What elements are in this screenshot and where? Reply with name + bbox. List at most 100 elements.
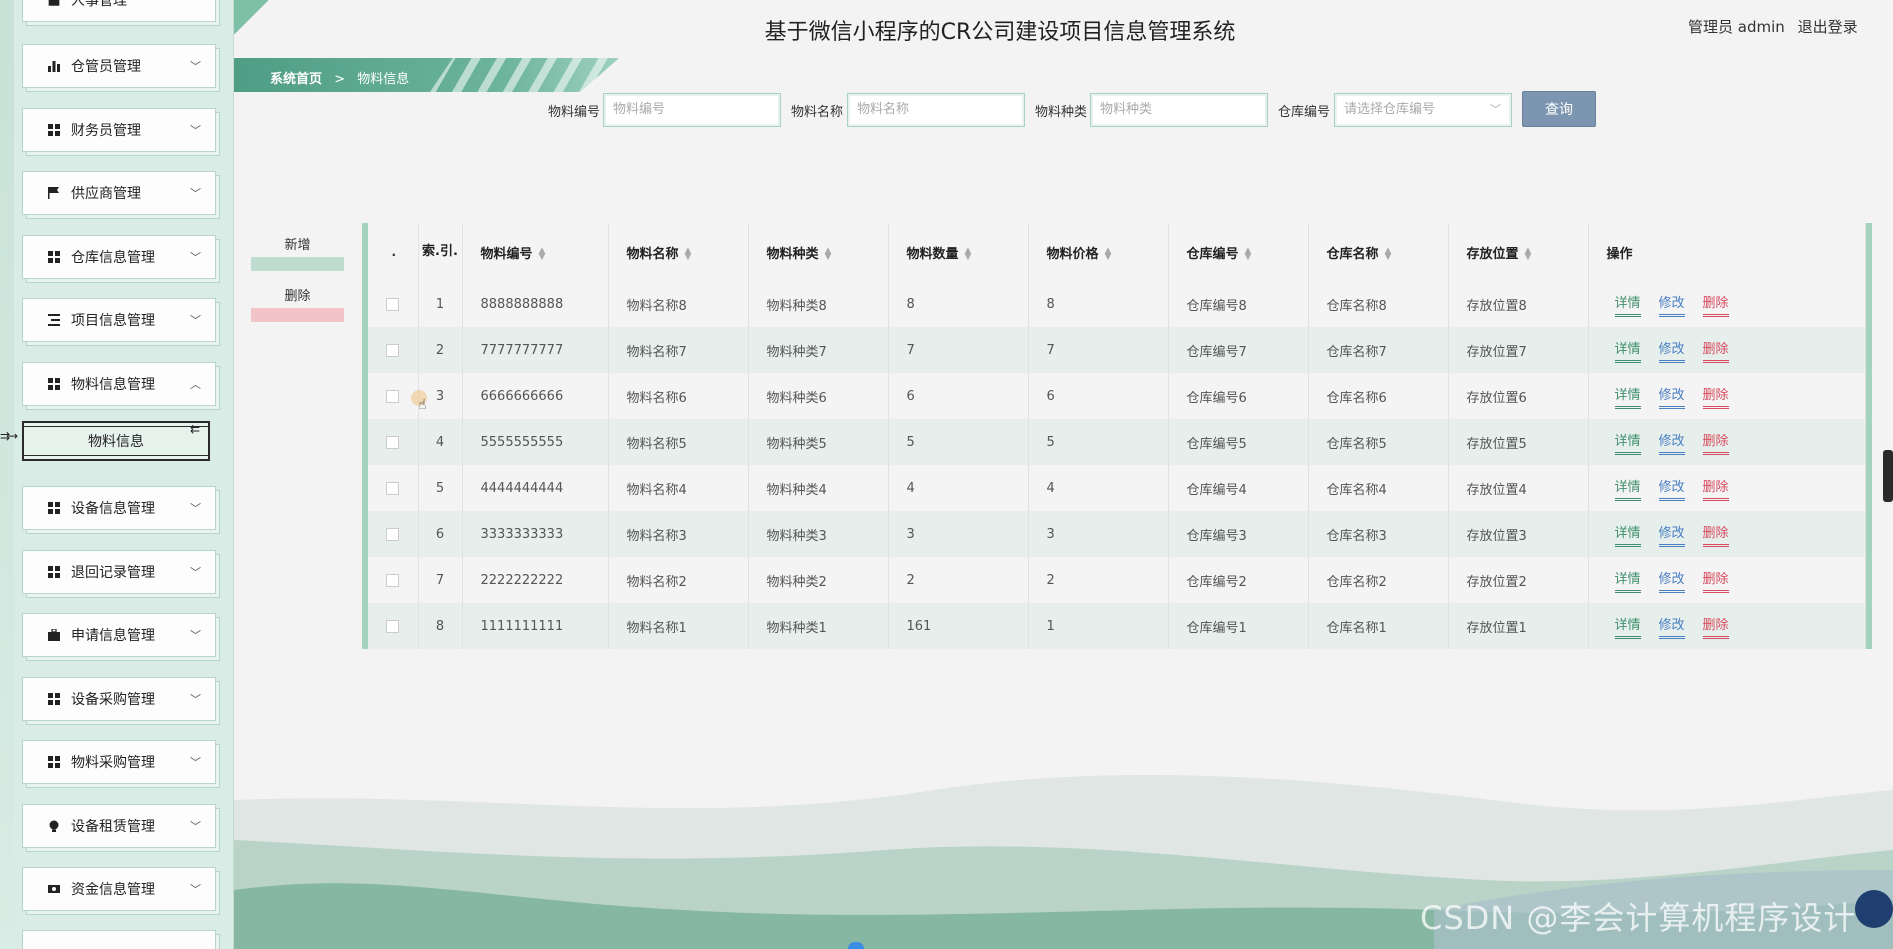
edit-link[interactable]: 修改 [1658,522,1685,547]
delete-link[interactable]: 删除 [1702,292,1729,317]
header-decoration [234,0,294,56]
row-checkbox-cell[interactable] [368,511,419,557]
cell-loc: 存放位置6 [1448,373,1589,419]
chevron-down-icon: ﹀ [1490,103,1501,116]
column-header-type[interactable]: 物料种类 ▲ ▼ [748,223,889,281]
search-input-name[interactable]: 物料名称 [847,93,1025,127]
column-header-loc[interactable]: 存放位置 ▲ ▼ [1448,223,1589,281]
index-header: 索.引. [418,223,463,281]
row-checkbox[interactable] [386,481,400,495]
query-button[interactable]: 查询 [1522,91,1596,127]
sort-icon[interactable]: ▲ ▼ [825,247,832,262]
cell-type: 物料种类4 [748,465,889,511]
delete-link[interactable]: 删除 [1702,338,1729,363]
column-header-wh-name[interactable]: 仓库名称 ▲ ▼ [1308,223,1449,281]
sidebar-item-personnel[interactable]: ■ 人事管理 [22,0,216,22]
sidebar-item-8[interactable]: 申请信息管理 ﹀ [22,613,216,657]
delete-link[interactable]: 删除 [1702,476,1729,501]
row-actions: 详情 修改 删除 [1588,557,1866,603]
cell-price: 8 [1028,281,1169,327]
detail-link[interactable]: 详情 [1614,614,1641,639]
column-header-code[interactable]: 物料编号 ▲ ▼ [462,223,609,281]
table-row: 6 3333333333 物料名称3 物料种类3 3 3 仓库编号3 仓库名称3 存放位置3 详情… [368,511,1866,557]
sidebar-item-10[interactable]: 物料采购管理 ﹀ [22,740,216,784]
column-header-wh-code[interactable]: 仓库编号 ▲ ▼ [1168,223,1309,281]
row-checkbox-cell[interactable] [368,603,419,649]
detail-link[interactable]: 详情 [1614,338,1641,363]
column-header-price[interactable]: 物料价格 ▲ ▼ [1028,223,1169,281]
edit-link[interactable]: 修改 [1658,614,1685,639]
sort-icon[interactable]: ▲ ▼ [965,247,972,262]
sort-icon[interactable]: ▲ ▼ [1525,247,1532,262]
detail-link[interactable]: 详情 [1614,522,1641,547]
sort-icon[interactable]: ▲ ▼ [1105,247,1112,262]
sidebar-item-3[interactable]: 仓库信息管理 ﹀ [22,235,216,279]
sidebar-item-5[interactable]: 物料信息管理 ︿ [22,362,216,406]
sort-icon[interactable]: ▲ ▼ [685,247,692,262]
edit-link[interactable]: 修改 [1658,568,1685,593]
row-checkbox[interactable] [386,343,400,357]
edit-link[interactable]: 修改 [1658,338,1685,363]
delete-button[interactable]: 删除 [251,285,344,322]
sidebar-item-1[interactable]: 财务员管理 ﹀ [22,108,216,152]
sidebar-item-9[interactable]: 设备采购管理 ﹀ [22,677,216,721]
sidebar-item-11[interactable]: 设备租赁管理 ﹀ [22,804,216,848]
delete-link[interactable]: 删除 [1702,430,1729,455]
sidebar-subitem-material-info[interactable]: 物料信息 [22,421,210,461]
detail-link[interactable]: 详情 [1614,430,1641,455]
row-checkbox-cell[interactable] [368,557,419,603]
delete-link[interactable]: 删除 [1702,522,1729,547]
sidebar-item-4[interactable]: 项目信息管理 ﹀ [22,298,216,342]
sidebar-item-label: 人事管理 [71,0,127,9]
row-checkbox-cell[interactable] [368,327,419,373]
detail-link[interactable]: 详情 [1614,384,1641,409]
search-input-type[interactable]: 物料种类 [1090,93,1268,127]
cell-type: 物料种类1 [748,603,889,649]
edit-link[interactable]: 修改 [1658,476,1685,501]
scrollbar[interactable] [1883,450,1893,502]
sidebar-item-6[interactable]: 设备信息管理 ﹀ [22,486,216,530]
column-header-name[interactable]: 物料名称 ▲ ▼ [608,223,749,281]
sort-icon[interactable]: ▲ ▼ [1385,247,1392,262]
sort-icon[interactable]: ▲ ▼ [1245,247,1252,262]
row-checkbox[interactable] [386,573,400,587]
warehouse-select[interactable]: 请选择仓库编号 ﹀ [1334,93,1512,127]
sidebar-item-2[interactable]: 供应商管理 ﹀ [22,171,216,215]
row-checkbox-cell[interactable] [368,281,419,327]
column-header-qty[interactable]: 物料数量 ▲ ▼ [888,223,1029,281]
row-checkbox[interactable] [386,389,400,403]
delete-link[interactable]: 删除 [1702,384,1729,409]
search-input-code[interactable]: 物料编号 [603,93,781,127]
grid-icon [47,692,61,706]
row-checkbox-cell[interactable] [368,465,419,511]
edit-link[interactable]: 修改 [1658,384,1685,409]
row-checkbox[interactable] [386,297,400,311]
row-checkbox[interactable] [386,435,400,449]
detail-link[interactable]: 详情 [1614,476,1641,501]
sort-icon[interactable]: ▲ ▼ [539,247,546,262]
sidebar-item-7[interactable]: 退回记录管理 ﹀ [22,550,216,594]
watermark: CSDN @李会计算机程序设计 [1420,899,1857,937]
delete-link[interactable]: 删除 [1702,614,1729,639]
user-area: 管理员 admin 退出登录 [1688,16,1866,37]
sidebar-item-0[interactable]: 仓管员管理 ﹀ [22,44,216,88]
row-checkbox[interactable] [386,527,400,541]
column-header-label: 物料数量 [906,246,959,262]
logout-link[interactable]: 退出登录 [1798,18,1858,36]
detail-link[interactable]: 详情 [1614,568,1641,593]
row-index: 1 [418,281,463,327]
select-all-checkbox[interactable]: . [391,245,396,259]
user-label: 管理员 admin [1688,18,1785,36]
breadcrumb-home[interactable]: 系统首页 [270,72,322,87]
detail-link[interactable]: 详情 [1614,292,1641,317]
add-button[interactable]: 新增 [251,234,344,271]
row-checkbox[interactable] [386,619,400,633]
sidebar-item-partial[interactable] [22,930,216,949]
sidebar-item-12[interactable]: 资金信息管理 ﹀ [22,867,216,911]
edit-link[interactable]: 修改 [1658,430,1685,455]
row-checkbox-cell[interactable] [368,419,419,465]
edit-link[interactable]: 修改 [1658,292,1685,317]
cell-wh-code: 仓库编号1 [1168,603,1309,649]
delete-link[interactable]: 删除 [1702,568,1729,593]
select-all-cell[interactable]: . [368,223,419,281]
